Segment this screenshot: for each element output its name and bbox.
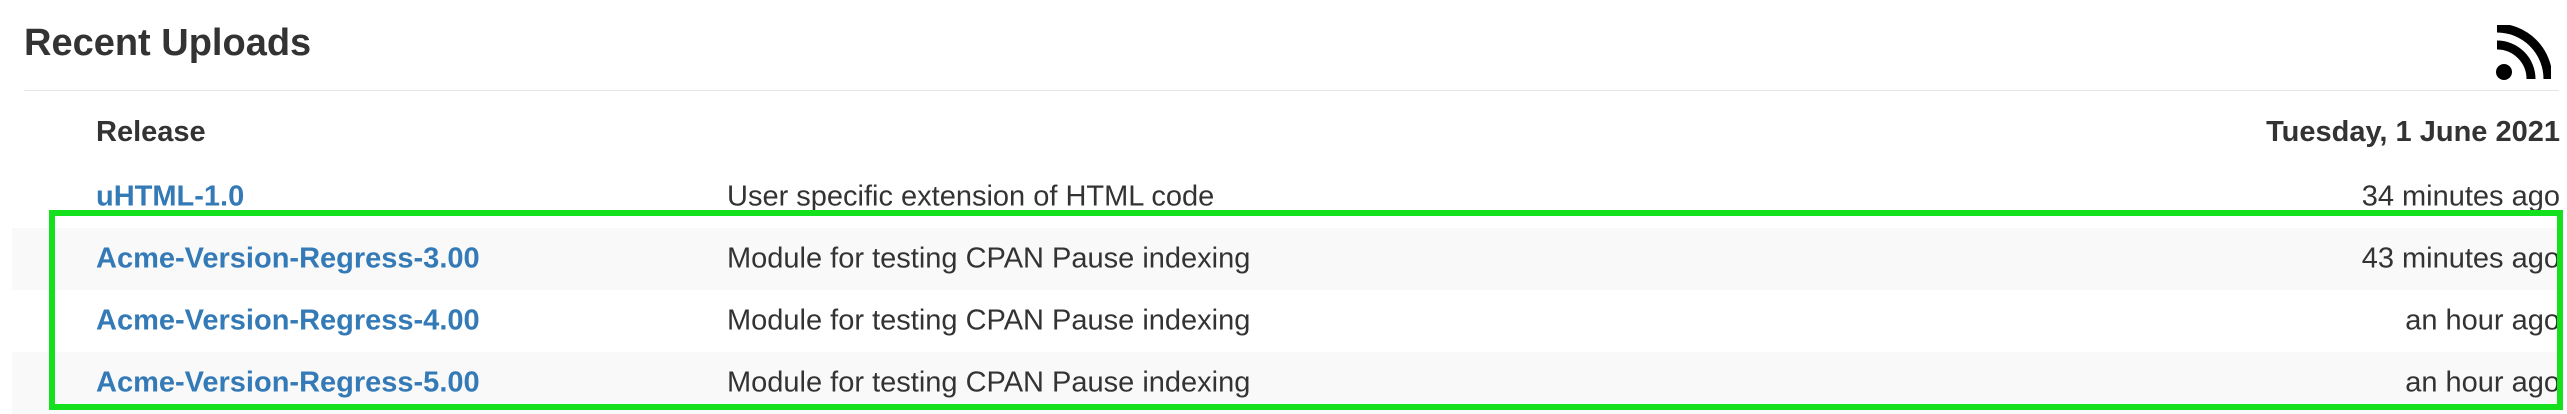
table-row: Acme-Version-Regress-3.00 Module for tes… [12,228,2560,290]
release-time: an hour ago [2405,304,2560,337]
table-header: Release Tuesday, 1 June 2021 [12,100,2560,166]
recent-uploads-table: Release Tuesday, 1 June 2021 uHTML-1.0 U… [12,100,2560,414]
release-description: Module for testing CPAN Pause indexing [727,366,1251,399]
release-description: User specific extension of HTML code [727,180,1215,213]
section-title: Recent Uploads [24,22,312,64]
section-header: Recent Uploads [24,0,2559,91]
release-link[interactable]: Acme-Version-Regress-5.00 [96,367,480,400]
release-time: an hour ago [2405,366,2560,399]
table-row: uHTML-1.0 User specific extension of HTM… [12,166,2560,228]
release-column-header: Release [96,116,206,148]
release-description: Module for testing CPAN Pause indexing [727,304,1251,337]
release-link[interactable]: Acme-Version-Regress-3.00 [96,243,480,276]
date-column-header: Tuesday, 1 June 2021 [2266,116,2560,148]
release-time: 34 minutes ago [2361,180,2560,213]
release-link[interactable]: Acme-Version-Regress-4.00 [96,305,480,338]
rss-feed-icon[interactable] [2495,25,2551,81]
release-description: Module for testing CPAN Pause indexing [727,242,1251,275]
table-row: Acme-Version-Regress-4.00 Module for tes… [12,290,2560,352]
table-row: Acme-Version-Regress-5.00 Module for tes… [12,352,2560,414]
release-time: 43 minutes ago [2361,242,2560,275]
release-link[interactable]: uHTML-1.0 [96,181,244,214]
